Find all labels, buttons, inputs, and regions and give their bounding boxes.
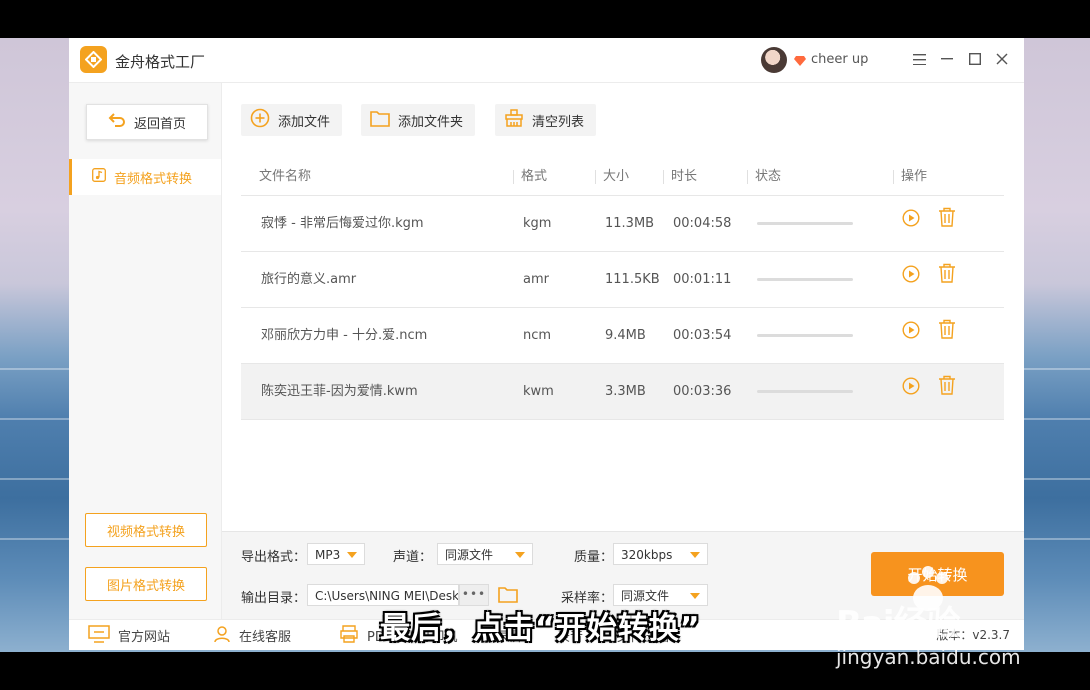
file-format: ncm bbox=[523, 328, 552, 343]
file-name: 邓丽欣方力申 - 十分.爱.ncm bbox=[261, 328, 428, 343]
export-format-label: 导出格式： bbox=[241, 550, 307, 565]
table-row[interactable]: 旅行的意义.amr amr 111.5KB 00:01:11 bbox=[241, 252, 1004, 308]
image-convert-button[interactable]: 图片格式转换 bbox=[85, 567, 207, 601]
quality-select[interactable]: 320kbps bbox=[613, 543, 708, 565]
broom-icon bbox=[504, 109, 524, 131]
footer-item-label: 在线客服 bbox=[239, 630, 292, 645]
file-format: kgm bbox=[523, 216, 552, 231]
output-dir-label: 输出目录： bbox=[241, 591, 307, 606]
plus-circle-icon bbox=[250, 108, 270, 132]
export-format-select[interactable]: MP3 bbox=[307, 543, 365, 565]
add-file-label: 添加文件 bbox=[278, 114, 331, 130]
trash-icon[interactable] bbox=[938, 308, 956, 363]
file-size: 111.5KB bbox=[605, 272, 660, 287]
app-title: 金舟格式工厂 bbox=[115, 53, 206, 71]
file-duration: 00:04:58 bbox=[673, 216, 732, 231]
official-site-link[interactable]: 官方网站 bbox=[88, 620, 170, 650]
play-icon[interactable] bbox=[902, 308, 920, 363]
quality-label: 质量： bbox=[574, 550, 614, 565]
file-format: amr bbox=[523, 272, 549, 287]
maximize-icon[interactable] bbox=[965, 49, 985, 69]
trash-icon[interactable] bbox=[938, 252, 956, 307]
baidu-jingyan-watermark: Bai经验 bbox=[836, 604, 961, 644]
close-icon[interactable] bbox=[992, 49, 1012, 69]
table-row[interactable]: 寂悸 - 非常后悔爱过你.kgm kgm 11.3MB 00:04:58 bbox=[241, 196, 1004, 252]
quality-value: 320kbps bbox=[621, 548, 673, 562]
channel-select[interactable]: 同源文件 bbox=[437, 543, 533, 565]
progress-bar bbox=[757, 222, 853, 225]
user-icon bbox=[213, 625, 231, 647]
play-icon[interactable] bbox=[902, 364, 920, 419]
watermark-url: jingyan.baidu.com bbox=[836, 645, 1021, 669]
progress-bar bbox=[757, 390, 853, 393]
sidebar-item-audio-convert[interactable]: 音频格式转换 bbox=[69, 159, 221, 195]
file-name: 旅行的意义.amr bbox=[261, 272, 357, 287]
file-format: kwm bbox=[523, 384, 554, 399]
col-header-status: 状态 bbox=[755, 169, 782, 184]
minimize-icon[interactable] bbox=[937, 49, 957, 69]
music-note-icon bbox=[92, 168, 106, 186]
file-name: 寂悸 - 非常后悔爱过你.kgm bbox=[261, 216, 424, 231]
col-header-duration: 时长 bbox=[671, 169, 698, 184]
export-format-value: MP3 bbox=[315, 548, 341, 562]
table-header: 文件名称 格式 大小 时长 状态 操作 bbox=[241, 159, 1004, 196]
file-size: 9.4MB bbox=[605, 328, 646, 343]
play-icon[interactable] bbox=[902, 196, 920, 251]
add-file-button[interactable]: 添加文件 bbox=[241, 104, 343, 136]
online-support-link[interactable]: 在线客服 bbox=[213, 620, 291, 650]
user-name[interactable]: cheer up bbox=[811, 52, 868, 67]
back-home-label: 返回首页 bbox=[133, 116, 186, 132]
file-name: 陈奕迅王菲-因为爱情.kwm bbox=[261, 384, 418, 399]
video-letterbox-top bbox=[0, 0, 1090, 38]
add-folder-label: 添加文件夹 bbox=[398, 114, 464, 130]
printer-icon bbox=[339, 624, 359, 647]
trash-icon[interactable] bbox=[938, 196, 956, 251]
sidebar: 返回首页 音频格式转换 视频格式转换 图片格式转换 bbox=[69, 83, 222, 619]
video-convert-button[interactable]: 视频格式转换 bbox=[85, 513, 207, 547]
clear-list-label: 清空列表 bbox=[532, 114, 585, 130]
channel-label: 声道： bbox=[393, 550, 433, 565]
col-header-name: 文件名称 bbox=[259, 169, 312, 184]
app-window: 金舟格式工厂 cheer up 返回首页 音频格式转换 视频格式转换 图片格式转… bbox=[69, 38, 1024, 650]
file-duration: 00:03:36 bbox=[673, 384, 732, 399]
file-size: 11.3MB bbox=[605, 216, 655, 231]
channel-value: 同源文件 bbox=[445, 548, 494, 562]
trash-icon[interactable] bbox=[938, 364, 956, 419]
col-header-actions: 操作 bbox=[901, 169, 928, 184]
back-arrow-icon bbox=[108, 112, 126, 132]
user-avatar[interactable] bbox=[761, 47, 787, 73]
add-folder-button[interactable]: 添加文件夹 bbox=[361, 104, 476, 136]
back-home-button[interactable]: 返回首页 bbox=[86, 104, 208, 140]
col-header-size: 大小 bbox=[603, 169, 630, 184]
app-logo-icon bbox=[80, 46, 107, 73]
video-subtitle: 最后，点击“开始转换” bbox=[380, 611, 701, 646]
sample-rate-value: 同源文件 bbox=[621, 589, 670, 603]
vip-diamond-icon bbox=[794, 52, 806, 71]
file-table: 文件名称 格式 大小 时长 状态 操作 寂悸 - 非常后悔爱过你.kgm kgm… bbox=[241, 159, 1004, 420]
footer-item-label: 官方网站 bbox=[118, 630, 171, 645]
progress-bar bbox=[757, 278, 853, 281]
col-header-format: 格式 bbox=[521, 169, 548, 184]
table-row[interactable]: 陈奕迅王菲-因为爱情.kwm kwm 3.3MB 00:03:36 bbox=[241, 364, 1004, 420]
clear-list-button[interactable]: 清空列表 bbox=[495, 104, 597, 136]
menu-icon[interactable] bbox=[909, 49, 929, 69]
file-size: 3.3MB bbox=[605, 384, 646, 399]
file-duration: 00:03:54 bbox=[673, 328, 732, 343]
table-row[interactable]: 邓丽欣方力申 - 十分.爱.ncm ncm 9.4MB 00:03:54 bbox=[241, 308, 1004, 364]
main-panel: 添加文件 添加文件夹 清空列表 文件名称 格式 大小 时长 状态 操作 寂悸 -… bbox=[222, 83, 1024, 531]
file-duration: 00:01:11 bbox=[673, 272, 732, 287]
play-icon[interactable] bbox=[902, 252, 920, 307]
sidebar-item-label: 音频格式转换 bbox=[114, 171, 193, 187]
progress-bar bbox=[757, 334, 853, 337]
title-bar: 金舟格式工厂 cheer up bbox=[69, 38, 1024, 83]
folder-icon bbox=[370, 109, 390, 131]
monitor-icon bbox=[88, 624, 110, 647]
